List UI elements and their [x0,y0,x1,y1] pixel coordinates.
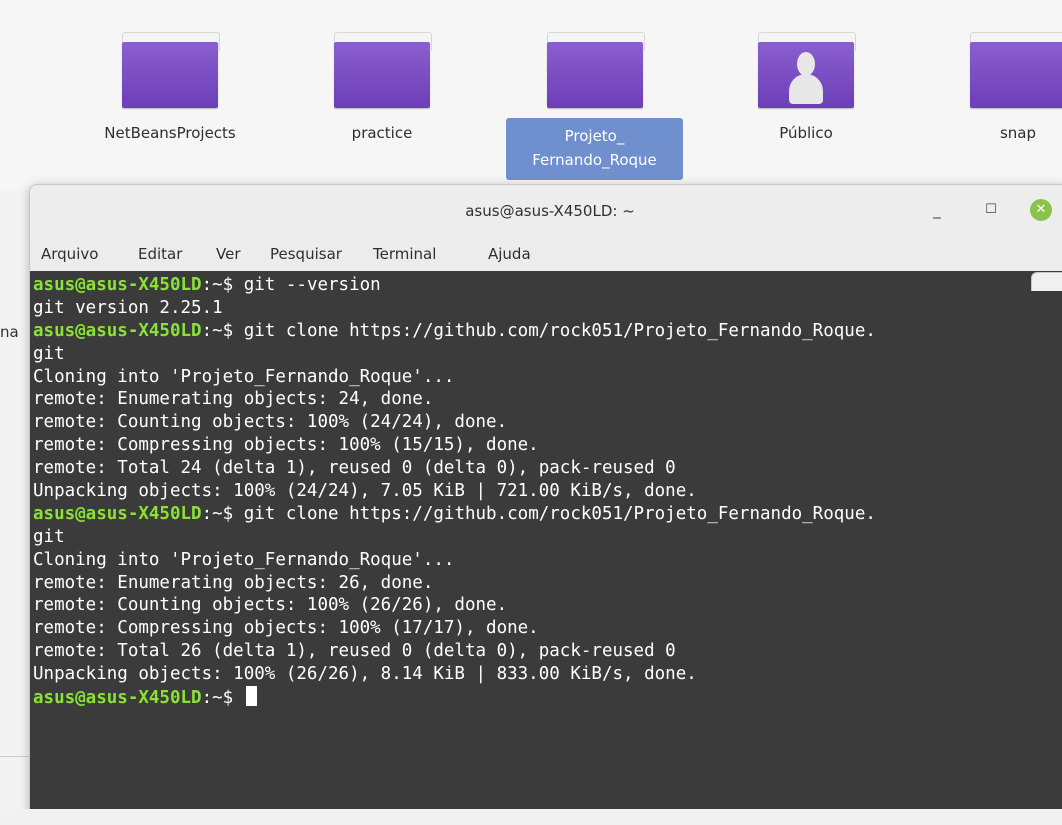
folder-label-line2: Fernando_Roque [532,151,657,169]
folder-icon [547,28,645,112]
terminal-output-line: remote: Enumerating objects: 26, done. [33,572,1062,595]
menu-pesquisar[interactable]: Pesquisar [270,245,342,263]
output-text: remote: Enumerating objects: 26, done. [33,572,434,593]
terminal-output-line: Unpacking objects: 100% (26/26), 8.14 Ki… [33,663,1062,686]
output-text: Cloning into 'Projeto_Fernando_Roque'... [33,366,455,387]
prompt-path: :~$ [201,275,244,295]
output-text: remote: Compressing objects: 100% (15/15… [33,435,539,456]
menu-arquivo[interactable]: Arquivo [41,245,98,263]
background-divider [0,756,29,757]
terminal-output-line: remote: Compressing objects: 100% (15/15… [33,434,1062,457]
prompt-path: :~$ [201,320,244,341]
terminal-output-line: Cloning into 'Projeto_Fernando_Roque'... [33,549,1062,572]
folder-label: NetBeansProjects [104,124,236,142]
folder-label: Público [779,124,833,142]
bottom-panel [0,809,1062,825]
menu-terminal[interactable]: Terminal [373,245,436,263]
folder-snap[interactable]: snap [928,28,1062,188]
prompt-user: asus@asus-X450LD [33,503,202,524]
window-title: asus@asus-X450LD: ~ [465,202,635,220]
terminal-command-line: asus@asus-X450LD:~$ git clone https://gi… [33,503,1062,526]
prompt-path: :~$ [201,688,244,709]
maximize-button[interactable]: ☐ [980,199,1002,221]
folder-label: snap [999,124,1037,142]
terminal-output-line: remote: Counting objects: 100% (24/24), … [33,411,1062,434]
command-text: git --version [243,275,381,295]
folder-practice[interactable]: practice [292,28,472,188]
output-text: remote: Total 24 (delta 1), reused 0 (de… [33,458,676,479]
menu-ajuda[interactable]: Ajuda [488,245,531,263]
close-button[interactable]: ✕ [1030,199,1052,221]
terminal-output-line: remote: Compressing objects: 100% (17/17… [33,617,1062,640]
menu-ver[interactable]: Ver [216,245,241,263]
command-text: git clone https://github.com/rock051/Pro… [243,320,876,341]
terminal-output-line: remote: Counting objects: 100% (26/26), … [33,594,1062,617]
terminal-output-line: git version 2.25.1 [33,297,1062,320]
output-text: Unpacking objects: 100% (24/24), 7.05 Ki… [33,481,697,502]
terminal-output-line: remote: Total 24 (delta 1), reused 0 (de… [33,457,1062,480]
terminal-output-line: Cloning into 'Projeto_Fernando_Roque'... [33,366,1062,389]
output-text: git version 2.25.1 [33,297,223,318]
folder-icon [122,28,220,112]
output-text: remote: Compressing objects: 100% (17/17… [33,618,539,639]
terminal-command-line: asus@asus-X450LD:~$ git --version [33,274,1062,297]
output-text: git [33,343,65,364]
terminal-output-line: git [33,526,1062,549]
output-text: Unpacking objects: 100% (26/26), 8.14 Ki… [33,664,697,685]
terminal-output-line: Unpacking objects: 100% (24/24), 7.05 Ki… [33,480,1062,503]
background-text-fragment: na [0,323,19,341]
screen: NetBeansProjects practice Projeto_ Ferna… [0,0,1062,825]
title-bar[interactable]: asus@asus-X450LD: ~ _ ☐ ✕ [30,185,1062,237]
terminal-output-line: remote: Enumerating objects: 24, done. [33,388,1062,411]
minimize-button[interactable]: _ [926,199,948,221]
terminal-window: asus@asus-X450LD: ~ _ ☐ ✕ Arquivo Editar… [29,184,1062,825]
output-text: remote: Total 26 (delta 1), reused 0 (de… [33,641,676,662]
file-manager-view: NetBeansProjects practice Projeto_ Ferna… [0,0,1062,190]
terminal-output[interactable]: asus@asus-X450LD:~$ git --version git ver… [30,271,1062,811]
folder-publico[interactable]: Público [716,28,896,188]
terminal-current-prompt[interactable]: asus@asus-X450LD:~$ [33,686,1062,709]
prompt-path: :~$ [201,503,244,524]
output-text: git [33,526,65,547]
public-folder-icon [758,28,856,112]
menu-editar[interactable]: Editar [138,245,182,263]
folder-label-line1: Projeto_ [564,127,625,145]
terminal-scrollbar[interactable] [1031,272,1062,291]
folder-label-selected[interactable]: Projeto_ Fernando_Roque [506,118,683,180]
folder-icon [970,28,1062,112]
command-text: git clone https://github.com/rock051/Pro… [243,503,876,524]
folder-icon [334,28,432,112]
output-text: remote: Counting objects: 100% (24/24), … [33,412,508,433]
output-text: remote: Counting objects: 100% (26/26), … [33,595,508,616]
output-text: Cloning into 'Projeto_Fernando_Roque'... [33,549,455,570]
text-cursor [245,686,257,707]
prompt-user: asus@asus-X450LD [33,320,202,341]
person-icon [789,46,823,106]
folder-label: practice [351,124,413,142]
terminal-command-line: asus@asus-X450LD:~$ git clone https://gi… [33,320,1062,343]
terminal-output-line: git [33,343,1062,366]
prompt-user: asus@asus-X450LD [33,275,202,295]
terminal-output-line: remote: Total 26 (delta 1), reused 0 (de… [33,640,1062,663]
prompt-user: asus@asus-X450LD [33,688,202,709]
output-text: remote: Enumerating objects: 24, done. [33,389,434,410]
menu-bar: Arquivo Editar Ver Pesquisar Terminal Aj… [30,237,1062,271]
folder-netbeansprojects[interactable]: NetBeansProjects [80,28,260,188]
